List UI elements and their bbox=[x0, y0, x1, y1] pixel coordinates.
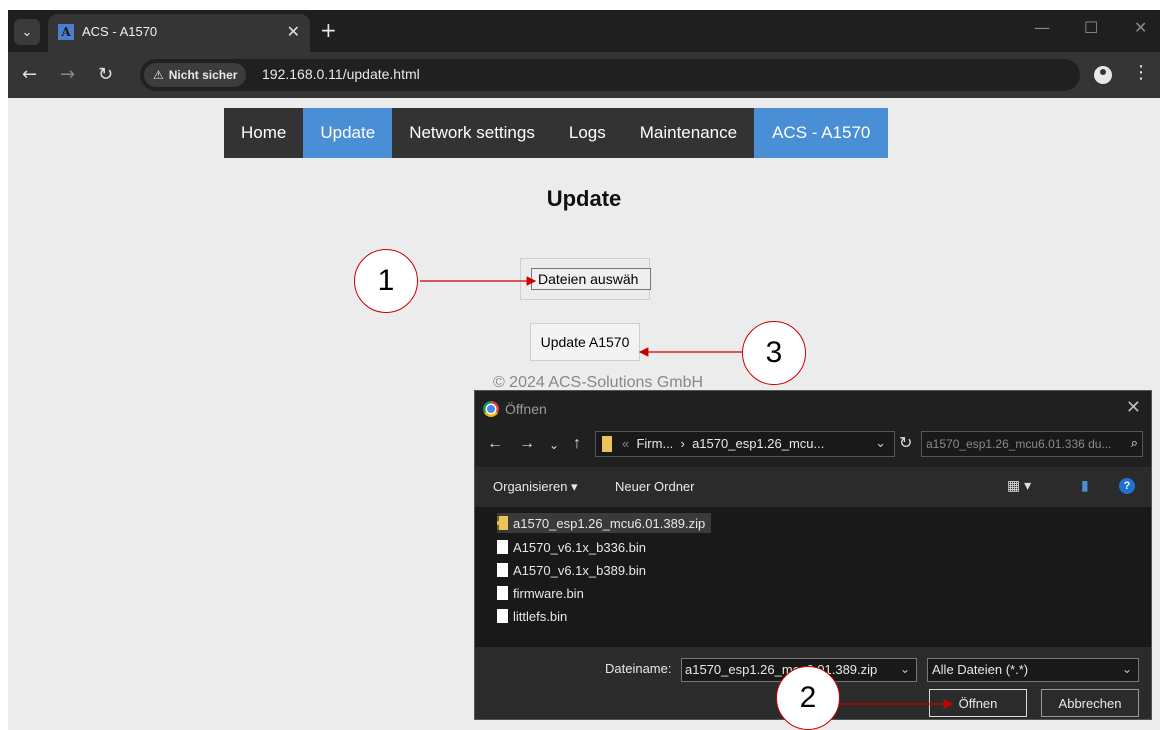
annotation-arrows bbox=[420, 276, 954, 709]
callout-3: 3 bbox=[742, 321, 806, 385]
callout-1: 1 bbox=[354, 249, 418, 313]
callout-2: 2 bbox=[776, 666, 840, 730]
